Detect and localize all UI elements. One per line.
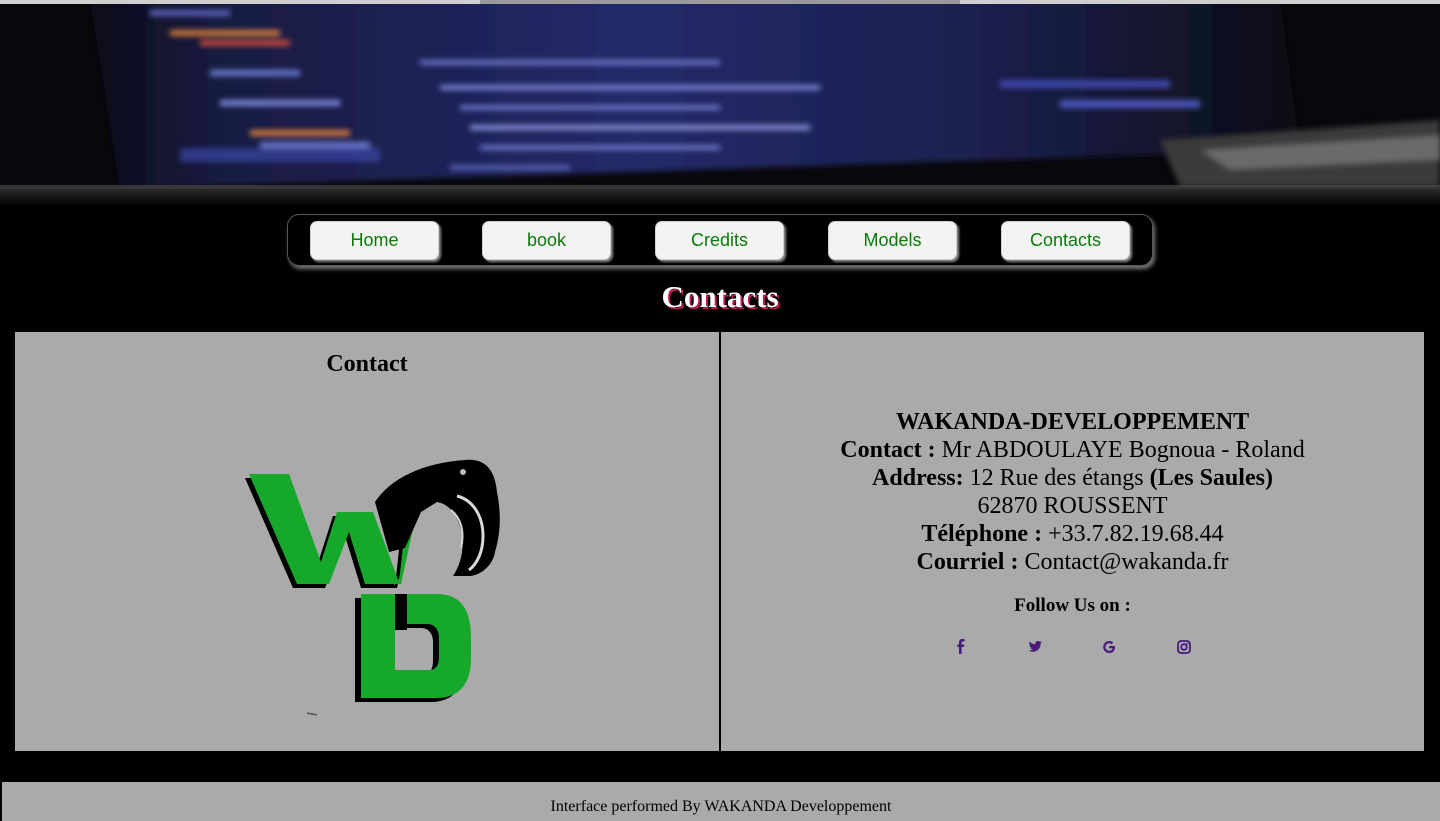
facebook-icon[interactable] <box>949 635 973 659</box>
phone-label: Téléphone : <box>921 521 1043 547</box>
address-line: Address: 12 Rue des étangs (Les Saules) <box>721 464 1424 492</box>
nav-home-button[interactable]: Home <box>310 221 439 260</box>
nav-credits-button[interactable]: Credits <box>655 221 784 260</box>
address-extra: (Les Saules) <box>1149 465 1273 491</box>
banner-shadow <box>0 185 1440 207</box>
nav-models-button[interactable]: Models <box>828 221 957 260</box>
header-banner-image <box>0 0 1440 189</box>
company-name: WAKANDA-DEVELOPPEMENT <box>895 409 1250 435</box>
twitter-icon[interactable] <box>1023 635 1047 659</box>
email-label: Courriel : <box>916 549 1019 575</box>
page: Home book Credits Models Contacts Contac… <box>0 0 1440 821</box>
contact-logo-panel: Contact <box>15 332 721 751</box>
address-value: 12 Rue des étangs <box>969 465 1144 491</box>
google-icon[interactable] <box>1097 635 1121 659</box>
email-line: Courriel : Contact@wakanda.fr <box>721 548 1424 576</box>
nav-contacts-button[interactable]: Contacts <box>1001 221 1130 260</box>
contact-line: Contact : Mr ABDOULAYE Bognoua - Roland <box>721 436 1424 464</box>
footer: Interface performed By WAKANDA Developpe… <box>2 782 1440 821</box>
contact-label: Contact : <box>840 437 936 463</box>
instagram-icon[interactable] <box>1172 635 1196 659</box>
city-line: 62870 ROUSSENT <box>977 493 1168 519</box>
main-nav: Home book Credits Models Contacts <box>287 214 1153 266</box>
contact-info: WAKANDA-DEVELOPPEMENT Contact : Mr ABDOU… <box>721 408 1424 576</box>
footer-text: Interface performed By WAKANDA Developpe… <box>550 798 892 815</box>
contact-value: Mr ABDOULAYE Bognoua - Roland <box>941 437 1305 463</box>
address-label: Address: <box>872 465 964 491</box>
nav-book-button[interactable]: book <box>482 221 611 260</box>
follow-label: Follow Us on : <box>1014 595 1131 616</box>
phone-value[interactable]: +33.7.82.19.68.44 <box>1048 521 1224 547</box>
contact-info-panel: WAKANDA-DEVELOPPEMENT Contact : Mr ABDOU… <box>721 332 1424 751</box>
phone-line: Téléphone : +33.7.82.19.68.44 <box>721 520 1424 548</box>
panel-title: Contact <box>326 351 408 377</box>
email-value[interactable]: Contact@wakanda.fr <box>1024 549 1228 575</box>
wakanda-logo <box>225 452 515 722</box>
page-title: Contacts <box>661 279 779 314</box>
